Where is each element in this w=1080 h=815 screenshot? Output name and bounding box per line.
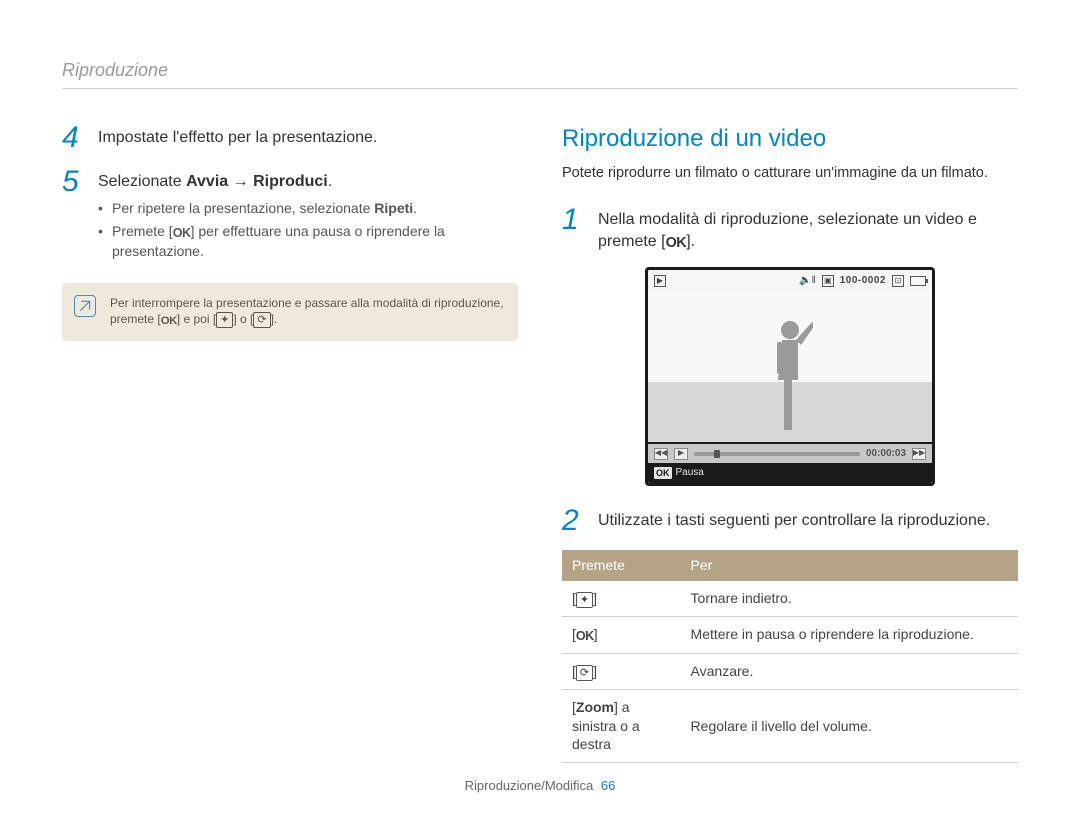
step-4: 4 Impostate l'effetto per la presentazio… (62, 123, 518, 153)
right-column: Riproduzione di un video Potete riprodur… (562, 123, 1018, 763)
elapsed-time: 00:00:03 (866, 447, 906, 461)
camera-viewport (648, 292, 932, 442)
page: Riproduzione 4 Impostate l'effetto per l… (0, 0, 1080, 763)
text: . (328, 173, 332, 190)
step-number: 4 (62, 123, 84, 153)
step-5: 5 Selezionate Avvia → Riproduci. Per rip… (62, 167, 518, 264)
step-text: Selezionate Avvia → Riproduci. (98, 171, 518, 193)
cell-press: [✦] (562, 581, 681, 617)
step-text: Nella modalità di riproduzione, selezion… (598, 209, 1018, 253)
step-2: 2 Utilizzate i tasti seguenti per contro… (562, 506, 1018, 536)
text: Selezionate (98, 173, 186, 190)
text: ]. (686, 233, 695, 250)
play-mode-icon: ▶ (654, 275, 666, 287)
table-header-press: Premete (562, 550, 681, 581)
flash-icon: ✦ (576, 592, 593, 608)
step-number: 5 (62, 167, 84, 264)
controls-table: Premete Per [✦] Tornare indietro. [OK] M… (562, 550, 1018, 764)
text: Per ripetere la presentazione, seleziona… (112, 200, 374, 216)
battery-icon (910, 276, 926, 286)
table-header-for: Per (681, 550, 1018, 581)
hint-text: Pausa (676, 466, 704, 480)
bullet-list: Per ripetere la presentazione, seleziona… (98, 199, 518, 261)
text: ] e poi [ (177, 312, 216, 326)
header-rule (62, 88, 1018, 89)
left-column: 4 Impostate l'effetto per la presentazio… (62, 123, 518, 763)
step-body: Selezionate Avvia → Riproduci. Per ripet… (98, 167, 518, 264)
note-line: premete [OK] e poi [✦] o [⟳]. (110, 311, 504, 329)
step-body: Utilizzate i tasti seguenti per controll… (598, 506, 1018, 536)
cell-press: [OK] (562, 616, 681, 653)
text-bold: Avvia (186, 173, 228, 190)
step-number: 2 (562, 506, 584, 536)
columns: 4 Impostate l'effetto per la presentazio… (62, 123, 1018, 763)
step-number: 1 (562, 205, 584, 253)
timer-icon: ⟳ (576, 665, 593, 681)
rewind-icon: ◀◀ (654, 448, 668, 460)
play-icon: ▶ (674, 448, 688, 460)
folder-icon: ▣ (822, 275, 834, 287)
card-icon: ⊡ (892, 275, 904, 287)
step-text: Impostate l'effetto per la presentazione… (98, 127, 518, 149)
forward-icon: ▶▶ (912, 448, 926, 460)
cell-for: Avanzare. (681, 653, 1018, 689)
section-subtitle: Potete riprodurre un filmato o catturare… (562, 164, 1018, 184)
bullet-item: Per ripetere la presentazione, seleziona… (98, 199, 518, 218)
ok-icon: OK (173, 225, 191, 242)
volume-icon: 🔈‖ (799, 274, 816, 288)
cell-press: [⟳] (562, 653, 681, 689)
step-body: Impostate l'effetto per la presentazione… (98, 123, 518, 153)
text: premete [ (110, 312, 161, 326)
timer-icon: ⟳ (253, 312, 270, 328)
text: Nella modalità di riproduzione, selezion… (598, 211, 977, 250)
progress-track (694, 452, 860, 456)
person-silhouette-icon (767, 312, 813, 442)
footer-section: Riproduzione/Modifica (465, 778, 594, 793)
note-line: Per interrompere la presentazione e pass… (110, 295, 504, 311)
camera-progress-bar: ◀◀ ▶ 00:00:03 ▶▶ (648, 442, 932, 464)
step-text: Utilizzate i tasti seguenti per controll… (598, 510, 1018, 532)
cell-for: Mettere in pausa o riprendere la riprodu… (681, 616, 1018, 653)
camera-topbar: ▶ 🔈‖ ▣ 100-0002 ⊡ (648, 270, 932, 292)
note-box: Per interrompere la presentazione e pass… (62, 283, 518, 342)
page-footer: Riproduzione/Modifica 66 (0, 777, 1080, 795)
section-title: Riproduzione di un video (562, 123, 1018, 155)
arrow: → (228, 173, 253, 190)
text: . (413, 200, 417, 216)
table-row: [✦] Tornare indietro. (562, 581, 1018, 617)
page-number: 66 (601, 778, 615, 793)
ok-icon: OK (576, 628, 594, 645)
ok-icon: OK (161, 314, 177, 329)
zoom-label: Zoom (576, 699, 614, 715)
cell-for: Regolare il livello del volume. (681, 689, 1018, 763)
flash-icon: ✦ (216, 312, 233, 328)
text: Premete [ (112, 223, 173, 239)
running-header: Riproduzione (62, 58, 1018, 82)
ok-icon: OK (654, 467, 672, 479)
table-row: [⟳] Avanzare. (562, 653, 1018, 689)
text: ] o [ (233, 312, 253, 326)
text: ]. (271, 312, 278, 326)
text-bold: Riproduci (253, 173, 328, 190)
camera-hintbar: OK Pausa (648, 463, 932, 483)
file-counter: 100-0002 (840, 274, 886, 288)
cell-press: [Zoom] a sinistra o a destra (562, 689, 681, 763)
bullet-item: Premete [OK] per effettuare una pausa o … (98, 222, 518, 261)
cell-for: Tornare indietro. (681, 581, 1018, 617)
ok-icon: OK (666, 234, 687, 253)
table-row: [Zoom] a sinistra o a destra Regolare il… (562, 689, 1018, 763)
camera-frame: ▶ 🔈‖ ▣ 100-0002 ⊡ (645, 267, 935, 486)
table-row: [OK] Mettere in pausa o riprendere la ri… (562, 616, 1018, 653)
step-body: Nella modalità di riproduzione, selezion… (598, 205, 1018, 253)
step-1: 1 Nella modalità di riproduzione, selezi… (562, 205, 1018, 253)
camera-screenshot: ▶ 🔈‖ ▣ 100-0002 ⊡ (562, 267, 1018, 486)
note-icon (74, 295, 96, 317)
text-bold: Ripeti (374, 200, 413, 216)
